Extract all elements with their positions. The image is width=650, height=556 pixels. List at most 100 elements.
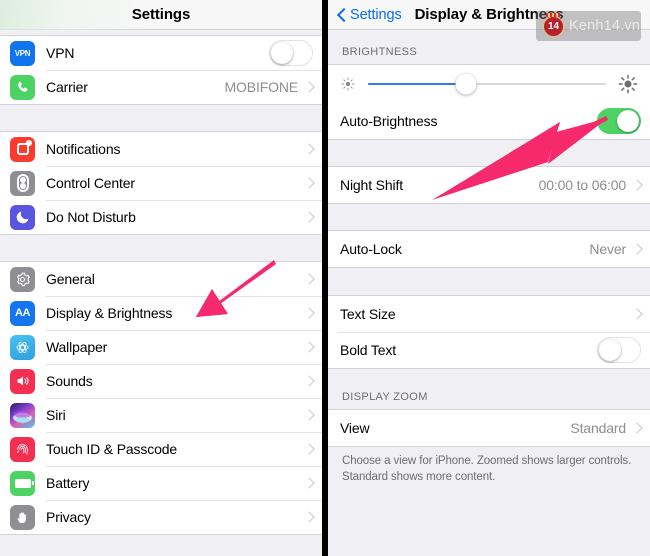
- sidebar-item-wallpaper[interactable]: Wallpaper: [0, 330, 322, 364]
- sidebar-item-touch-id-passcode[interactable]: Touch ID & Passcode: [0, 432, 322, 466]
- chevron-right-icon: [305, 477, 313, 490]
- battery-icon: [10, 470, 35, 496]
- sidebar-item-siri[interactable]: Siri: [0, 398, 322, 432]
- settings-group-system: General AA Display & Brightness Wallpape…: [0, 261, 322, 535]
- notifications-icon: [10, 136, 35, 162]
- auto-brightness-label: Auto-Brightness: [340, 113, 438, 129]
- brightness-group: Auto-Brightness: [328, 64, 650, 140]
- toggle-knob: [617, 110, 639, 132]
- list-gap: [0, 105, 322, 131]
- chevron-right-icon: [305, 273, 313, 286]
- night-shift-label: Night Shift: [340, 177, 403, 193]
- sun-small-icon: [340, 76, 356, 92]
- display-brightness-panel: Settings Display & Brightness BRIGHTNESS: [328, 0, 650, 556]
- sidebar-item-notifications[interactable]: Notifications: [0, 132, 322, 166]
- display-zoom-group: View Standard: [328, 409, 650, 447]
- chevron-right-icon: [305, 375, 313, 388]
- bold-text-toggle[interactable]: [597, 337, 641, 363]
- chevron-right-icon: [633, 422, 641, 435]
- back-button-label: Settings: [350, 7, 402, 23]
- watermark-badge-icon: 14: [543, 12, 564, 37]
- list-gap: [328, 140, 650, 166]
- phone-icon: [10, 74, 35, 100]
- wallpaper-icon: [10, 334, 35, 360]
- sidebar-item-control-center[interactable]: Control Center: [0, 166, 322, 200]
- sidebar-item-display-brightness[interactable]: AA Display & Brightness: [0, 296, 322, 330]
- list-gap: [328, 268, 650, 295]
- sidebar-item-battery[interactable]: Battery: [0, 466, 322, 500]
- auto-lock-value: Never: [589, 241, 626, 257]
- auto-lock-row[interactable]: Auto-Lock Never: [328, 231, 650, 267]
- chevron-right-icon: [305, 443, 313, 456]
- sidebar-item-label: General: [46, 271, 95, 287]
- night-shift-group: Night Shift 00:00 to 06:00: [328, 166, 650, 204]
- text-size-label: Text Size: [340, 306, 396, 322]
- auto-lock-group: Auto-Lock Never: [328, 230, 650, 268]
- vpn-toggle[interactable]: [269, 40, 313, 66]
- chevron-right-icon: [633, 179, 641, 192]
- settings-group-connectivity: VPN VPN Carrier MOBIFONE: [0, 35, 322, 105]
- brightness-slider-fill: [368, 83, 466, 85]
- chevron-right-icon: [305, 409, 313, 422]
- sidebar-item-label: Control Center: [46, 175, 135, 191]
- chevron-right-icon: [305, 143, 313, 156]
- sidebar-item-label: Privacy: [46, 509, 91, 525]
- sidebar-item-label: Battery: [46, 475, 90, 491]
- hand-icon: [10, 504, 35, 530]
- chevron-right-icon: [633, 308, 641, 321]
- sidebar-item-label: Notifications: [46, 141, 121, 157]
- siri-icon: [10, 402, 35, 428]
- settings-root-panel: Settings VPN VPN Carrier MOBIFONE Notifi…: [0, 0, 322, 556]
- list-gap: [0, 235, 322, 261]
- sidebar-item-general[interactable]: General: [0, 262, 322, 296]
- left-navbar: Settings: [0, 0, 322, 30]
- chevron-right-icon: [305, 307, 313, 320]
- view-row[interactable]: View Standard: [328, 410, 650, 446]
- brightness-slider-thumb[interactable]: [455, 73, 477, 95]
- navbar-green-tint: [0, 0, 150, 30]
- night-shift-row[interactable]: Night Shift 00:00 to 06:00: [328, 167, 650, 203]
- list-gap: [328, 204, 650, 230]
- speaker-icon: [10, 368, 35, 394]
- bold-text-label: Bold Text: [340, 342, 396, 358]
- auto-brightness-row[interactable]: Auto-Brightness: [328, 103, 650, 139]
- sidebar-item-privacy[interactable]: Privacy: [0, 500, 322, 534]
- sidebar-item-carrier[interactable]: Carrier MOBIFONE: [0, 70, 322, 104]
- text-size-row[interactable]: Text Size: [328, 296, 650, 332]
- sidebar-item-vpn[interactable]: VPN VPN: [0, 36, 322, 70]
- fingerprint-icon: [10, 436, 35, 462]
- sidebar-item-label: Siri: [46, 407, 66, 423]
- sidebar-item-label: Sounds: [46, 373, 93, 389]
- gear-icon: [10, 266, 35, 292]
- sidebar-item-do-not-disturb[interactable]: Do Not Disturb: [0, 200, 322, 234]
- chevron-right-icon: [305, 511, 313, 524]
- chevron-right-icon: [633, 243, 641, 256]
- toggle-knob: [599, 339, 621, 361]
- auto-lock-label: Auto-Lock: [340, 241, 402, 257]
- view-label: View: [340, 420, 370, 436]
- view-value: Standard: [570, 420, 626, 436]
- display-zoom-footer: Choose a view for iPhone. Zoomed shows l…: [328, 447, 650, 486]
- sidebar-item-label: Touch ID & Passcode: [46, 441, 177, 457]
- text-group: Text Size Bold Text: [328, 295, 650, 369]
- page-title: Settings: [131, 6, 191, 23]
- brightness-slider-row[interactable]: [328, 65, 650, 103]
- auto-brightness-toggle[interactable]: [597, 108, 641, 134]
- vpn-icon: VPN: [10, 40, 35, 66]
- brightness-slider-track[interactable]: [368, 73, 606, 95]
- chevron-right-icon: [305, 177, 313, 190]
- sidebar-item-sounds[interactable]: Sounds: [0, 364, 322, 398]
- back-button[interactable]: Settings: [337, 0, 402, 30]
- sidebar-item-label: Do Not Disturb: [46, 209, 136, 225]
- watermark-kenh14: 14 Kenh14.vn: [536, 11, 641, 41]
- sidebar-item-label: Carrier: [46, 79, 88, 95]
- chevron-left-icon: [337, 8, 346, 23]
- display-brightness-icon: AA: [10, 300, 35, 326]
- display-zoom-section-header: DISPLAY ZOOM: [328, 369, 650, 409]
- sidebar-item-label: VPN: [46, 45, 75, 61]
- chevron-right-icon: [305, 341, 313, 354]
- chevron-right-icon: [305, 81, 313, 94]
- bold-text-row[interactable]: Bold Text: [328, 332, 650, 368]
- control-center-icon: [10, 170, 35, 196]
- night-shift-value: 00:00 to 06:00: [538, 177, 627, 193]
